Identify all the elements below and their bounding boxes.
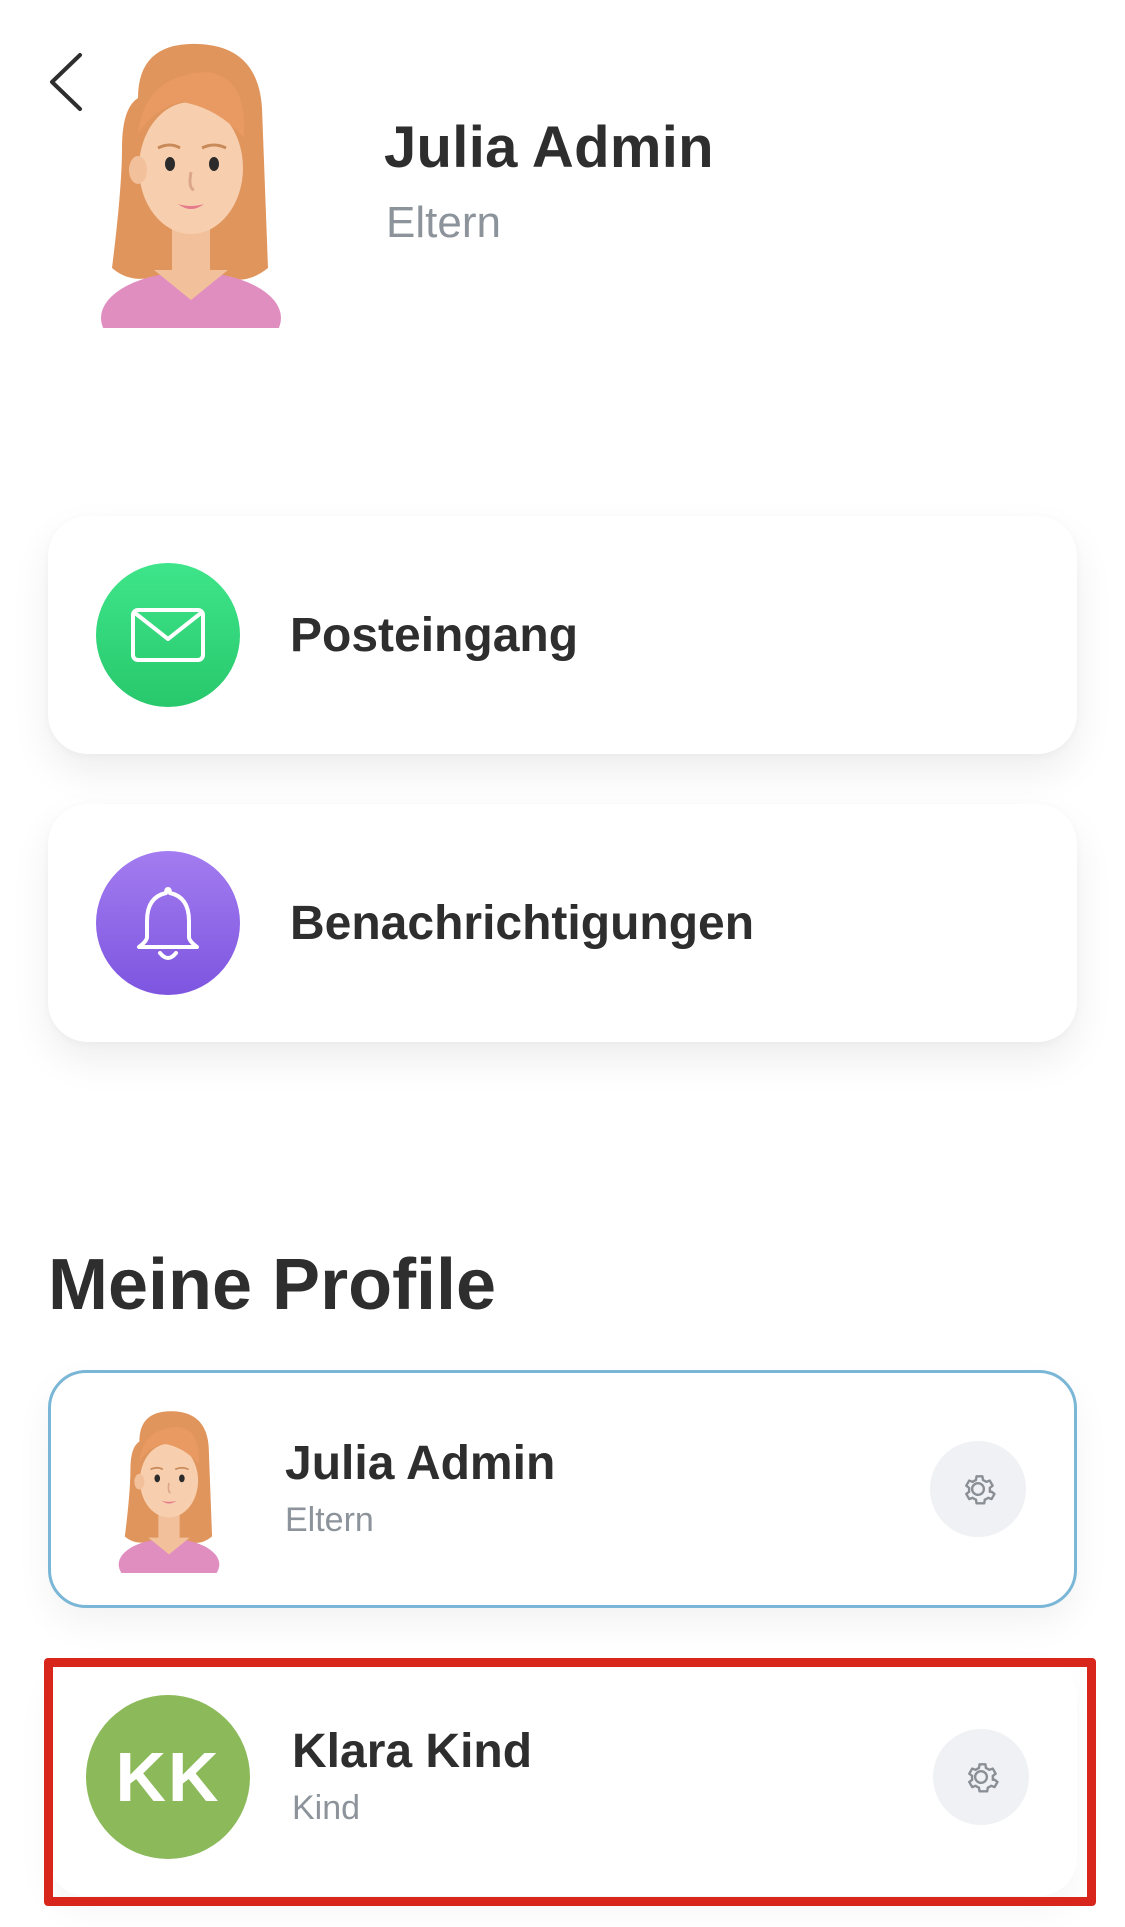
inbox-menu-item[interactable]: Posteingang xyxy=(48,516,1077,754)
profile-card-julia[interactable]: Julia Admin Eltern xyxy=(48,1370,1077,1608)
notifications-menu-item[interactable]: Benachrichtigungen xyxy=(48,804,1077,1042)
user-role: Eltern xyxy=(386,198,501,247)
profile-screen: Julia Admin Eltern Posteingang Benachric… xyxy=(0,0,1125,1927)
profile-role: Eltern xyxy=(285,1500,374,1539)
bell-icon xyxy=(96,851,240,995)
profile-role: Kind xyxy=(292,1788,361,1827)
profile-settings-button[interactable] xyxy=(933,1729,1029,1825)
chevron-left-icon xyxy=(50,53,82,111)
mail-icon xyxy=(96,563,240,707)
avatar: KK xyxy=(86,1695,250,1859)
profile-text: Klara Kind Kind xyxy=(292,1725,933,1828)
profile-card-klara[interactable]: KK Klara Kind Kind xyxy=(48,1658,1077,1896)
gear-icon xyxy=(965,1475,996,1505)
user-avatar xyxy=(118,1411,220,1573)
gear-icon xyxy=(968,1763,999,1793)
profile-text: Julia Admin Eltern xyxy=(285,1437,930,1540)
profiles-section-title: Meine Profile xyxy=(48,1245,497,1325)
back-button[interactable] xyxy=(40,48,92,116)
notifications-label: Benachrichtigungen xyxy=(290,896,755,950)
inbox-label: Posteingang xyxy=(290,608,579,662)
user-avatar xyxy=(101,43,281,328)
page-title: Julia Admin xyxy=(384,115,714,180)
profile-name: Julia Admin xyxy=(285,1437,556,1491)
profile-settings-button[interactable] xyxy=(930,1441,1026,1537)
profile-name: Klara Kind xyxy=(292,1725,533,1779)
